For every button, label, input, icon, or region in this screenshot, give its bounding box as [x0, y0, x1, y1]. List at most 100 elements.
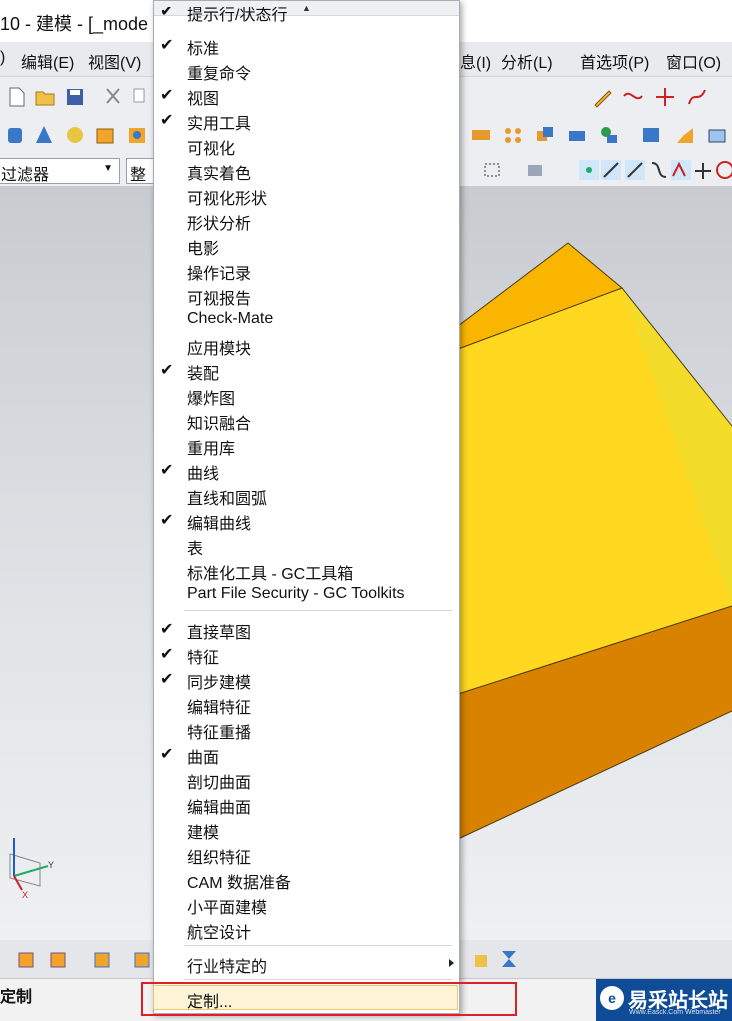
cube-view-5-icon[interactable] [470, 948, 492, 970]
type-filter-value: 过滤器 [1, 167, 50, 184]
menu-item-label: 曲线 [187, 466, 220, 483]
new-file-icon[interactable] [6, 86, 28, 108]
menu-item[interactable]: 剖切曲面 [154, 767, 459, 792]
menu-item[interactable]: ✔ 视图 [154, 83, 459, 108]
body-select-icon[interactable] [524, 159, 546, 181]
menu-item[interactable]: Part File Security - GC Toolkits [154, 583, 459, 608]
menu-item[interactable]: 真实着色 [154, 158, 459, 183]
unite-icon[interactable] [534, 124, 556, 146]
menu-item[interactable]: 形状分析 [154, 208, 459, 233]
save-icon[interactable] [64, 86, 86, 108]
menu-view[interactable]: 视图(V) [88, 49, 141, 73]
menu-item[interactable]: ✔ 曲线 [154, 458, 459, 483]
curve-spline-icon[interactable] [686, 86, 708, 108]
snap-point-icon[interactable] [578, 159, 600, 181]
menu-item[interactable]: 重用库 [154, 433, 459, 458]
shell-icon[interactable] [674, 124, 696, 146]
cube-view-3-icon[interactable] [92, 948, 114, 970]
curve-trim-icon[interactable] [622, 86, 644, 108]
menu-item[interactable]: 小平面建模 [154, 892, 459, 917]
block-icon[interactable] [94, 124, 116, 146]
submenu-arrow-icon [449, 959, 454, 967]
toolbar-context-menu: ▲ ✔ 提示行/状态行 ✔ 标准 重复命令 ✔ 视图 ✔ 实用工具 可视化 真实着色 可视化形状形… [153, 0, 460, 1014]
menu-item[interactable]: ✔ 直接草图 [154, 617, 459, 642]
menu-item[interactable]: ✔ 同步建模 [154, 667, 459, 692]
sketch-pen-icon[interactable] [592, 86, 614, 108]
menu-item-label: 航空设计 [187, 925, 252, 942]
menu-item[interactable]: Check-Mate [154, 308, 459, 333]
cone-icon[interactable] [33, 124, 55, 146]
menu-analysis[interactable]: 分析(L) [501, 49, 553, 73]
offset-face-icon[interactable] [598, 124, 620, 146]
menu-separator [184, 979, 452, 980]
menu-item-industry-specific[interactable]: 行业特定的 [154, 951, 459, 976]
intersection-icon[interactable] [670, 159, 692, 181]
menu-item-label: 形状分析 [187, 216, 252, 233]
cube-view-2-icon[interactable] [48, 948, 70, 970]
menu-item[interactable]: ✔ 编辑曲线 [154, 508, 459, 533]
menu-item[interactable]: 直线和圆弧 [154, 483, 459, 508]
arc-center-icon[interactable] [692, 159, 714, 181]
menu-item-label: 建模 [187, 825, 220, 842]
menu-item[interactable]: ✔ 实用工具 [154, 108, 459, 133]
menu-item[interactable]: 操作记录 [154, 258, 459, 283]
menu-edit[interactable]: 编辑(E) [21, 49, 74, 73]
menu-item[interactable]: 标准化工具 - GC工具箱 [154, 558, 459, 583]
menu-item[interactable]: 可视化 [154, 133, 459, 158]
menu-item[interactable]: 编辑曲面 [154, 792, 459, 817]
menu-window[interactable]: 窗口(O) [666, 49, 721, 73]
menu-item[interactable]: 航空设计 [154, 917, 459, 942]
hourglass-icon[interactable] [498, 948, 520, 970]
menu-item[interactable]: CAM 数据准备 [154, 867, 459, 892]
menu-item-label: 电影 [187, 241, 220, 258]
midpoint-icon[interactable] [624, 159, 646, 181]
menu-item[interactable]: 爆炸图 [154, 383, 459, 408]
menu-item-status-line[interactable]: ✔ 提示行/状态行 [154, 7, 459, 25]
menu-item-label: 特征 [187, 650, 220, 667]
control-point-icon[interactable] [648, 159, 670, 181]
menu-item[interactable]: ✔ 特征 [154, 642, 459, 667]
hole-icon[interactable] [126, 124, 148, 146]
menu-item[interactable]: 特征重播 [154, 717, 459, 742]
copy-icon[interactable] [130, 86, 152, 108]
menu-item-label: 标准 [187, 41, 220, 58]
menu-item[interactable]: 知识融合 [154, 408, 459, 433]
pattern-icon[interactable] [470, 124, 492, 146]
menu-item-label: 真实着色 [187, 166, 252, 183]
array-icon[interactable] [502, 124, 524, 146]
sphere-icon[interactable] [64, 124, 86, 146]
menu-item[interactable]: 建模 [154, 817, 459, 842]
select-box-icon[interactable] [482, 159, 504, 181]
menu-item[interactable]: 重复命令 [154, 58, 459, 83]
svg-text:Y: Y [48, 860, 54, 870]
subtract-icon[interactable] [566, 124, 588, 146]
curve-point-icon[interactable] [654, 86, 676, 108]
check-icon: ✔ [160, 462, 174, 479]
menu-info[interactable]: 息(I) [460, 49, 491, 73]
line-endpoint-icon[interactable] [600, 159, 622, 181]
menu-item[interactable]: 可视化形状 [154, 183, 459, 208]
menu-item[interactable]: 可视报告 [154, 283, 459, 308]
menu-item[interactable]: ✔ 标准 [154, 33, 459, 58]
menu-item[interactable]: ✔ 装配 [154, 358, 459, 383]
cut-icon[interactable] [102, 86, 124, 108]
check-icon: ✔ [160, 621, 174, 638]
open-folder-icon[interactable] [34, 86, 56, 108]
cylinder-icon[interactable] [4, 124, 26, 146]
menu-item[interactable]: 表 [154, 533, 459, 558]
menu-item[interactable]: 组织特征 [154, 842, 459, 867]
menu-item[interactable]: 编辑特征 [154, 692, 459, 717]
menu-item[interactable]: ✔ 曲面 [154, 742, 459, 767]
watermark-sub: Www.Easck.Com Webmaster [629, 1009, 721, 1016]
book-icon[interactable] [640, 124, 662, 146]
cube-view-4-icon[interactable] [132, 948, 154, 970]
menu-preferences[interactable]: 首选项(P) [580, 49, 649, 73]
menu-item-label: 操作记录 [187, 266, 252, 283]
quadrant-icon[interactable] [714, 159, 732, 181]
menu-item[interactable]: 应用模块 [154, 333, 459, 358]
menu-item-label: 可视化形状 [187, 191, 268, 208]
menu-item[interactable]: 电影 [154, 233, 459, 258]
box-icon[interactable] [706, 124, 728, 146]
type-filter-dropdown[interactable]: 过滤器 ▼ [0, 158, 120, 184]
cube-view-icon[interactable] [16, 948, 38, 970]
